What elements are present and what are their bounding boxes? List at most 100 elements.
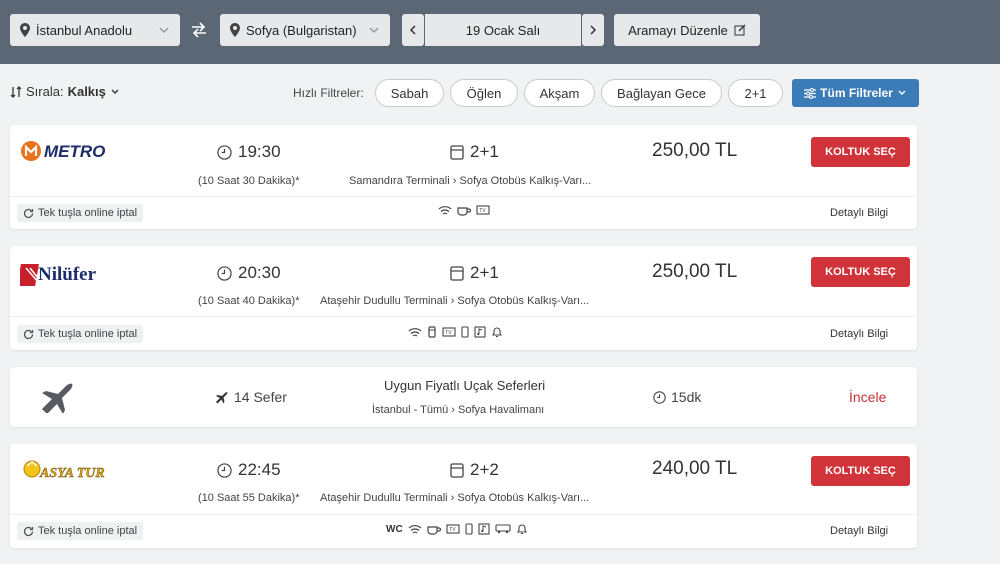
seat-icon bbox=[450, 462, 464, 478]
trip-card[interactable]: Nilüfer 20:30 (10 Saat 40 Dakika)* 2+1 A… bbox=[10, 246, 917, 350]
chevron-down-icon bbox=[111, 89, 119, 94]
coffee-icon bbox=[427, 525, 441, 535]
amenities: TV bbox=[438, 205, 490, 216]
chevron-right-icon bbox=[590, 25, 597, 35]
to-terminal: Sofya Otobüs Kalkış-Varı... bbox=[457, 295, 590, 307]
airplane-icon bbox=[38, 379, 76, 418]
clock-icon bbox=[217, 265, 232, 281]
divider bbox=[10, 316, 917, 317]
seat-layout: 2+1 bbox=[450, 142, 499, 162]
clock-icon bbox=[217, 462, 232, 478]
route: Ataşehir Dudullu Terminali › Sofya Otobü… bbox=[320, 492, 589, 504]
flight-duration-value: 15dk bbox=[671, 389, 702, 405]
wifi-icon bbox=[408, 327, 422, 337]
clock-icon bbox=[217, 144, 232, 160]
trip-duration: (10 Saat 40 Dakika)* bbox=[198, 295, 300, 307]
from-value: İstanbul Anadolu bbox=[36, 22, 133, 38]
drink-icon bbox=[428, 326, 436, 338]
svg-text:TV: TV bbox=[449, 527, 456, 533]
tv-icon: TV bbox=[442, 326, 456, 337]
filter-pill-2plus1[interactable]: 2+1 bbox=[728, 79, 783, 107]
details-link[interactable]: Detaylı Bilgi bbox=[830, 525, 888, 537]
wifi-icon bbox=[438, 206, 452, 215]
amenities: WC TV bbox=[386, 523, 528, 535]
cancel-label: Tek tuşla online iptal bbox=[38, 328, 138, 340]
filter-pill-baglayan-gece[interactable]: Bağlayan Gece bbox=[601, 79, 722, 107]
filter-pill-oglen[interactable]: Öğlen bbox=[450, 79, 518, 107]
to-terminal: Sofya Otobüs Kalkış-Varı... bbox=[457, 492, 590, 504]
route: Samandıra Terminali › Sofya Otobüs Kalkı… bbox=[349, 175, 591, 187]
filter-pill-aksam[interactable]: Akşam bbox=[524, 79, 595, 107]
edit-icon bbox=[734, 24, 746, 36]
chevron-down-icon bbox=[898, 90, 906, 95]
svg-text:TV: TV bbox=[445, 330, 452, 336]
inspect-link[interactable]: İncele bbox=[849, 389, 886, 405]
amenities: TV bbox=[408, 326, 503, 338]
refresh-icon bbox=[23, 329, 34, 339]
wifi-icon bbox=[408, 524, 422, 534]
edit-search-button[interactable]: Aramayı Düzenle bbox=[614, 14, 760, 46]
departure-time: 19:30 bbox=[217, 142, 281, 162]
select-seat-button[interactable]: KOLTUK SEÇ bbox=[811, 137, 910, 167]
seat-value: 2+1 bbox=[470, 263, 499, 282]
trip-card[interactable]: METRO 19:30 (10 Saat 30 Dakika)* 2+1 Sam… bbox=[10, 125, 917, 229]
refresh-icon bbox=[23, 526, 34, 536]
flight-title: Uygun Fiyatlı Uçak Seferleri bbox=[384, 378, 546, 393]
time-value: 19:30 bbox=[238, 142, 281, 161]
flight-to: Sofya Havalimanı bbox=[458, 404, 545, 416]
swap-icon[interactable] bbox=[190, 22, 208, 38]
trip-duration: (10 Saat 30 Dakika)* bbox=[198, 175, 300, 187]
quick-filters-label: Hızlı Filtreler: bbox=[293, 86, 364, 100]
flight-duration: 15dk bbox=[653, 389, 701, 405]
sort-dropdown[interactable]: Sırala: Kalkış bbox=[10, 84, 120, 99]
company-name: Nilüfer bbox=[38, 264, 97, 285]
select-seat-button[interactable]: KOLTUK SEÇ bbox=[811, 257, 910, 287]
bell-icon bbox=[492, 327, 502, 337]
plane-small-icon bbox=[216, 391, 228, 403]
company-logo-nilufer: Nilüfer bbox=[17, 258, 120, 295]
next-date-button[interactable] bbox=[582, 14, 604, 46]
details-link[interactable]: Detaylı Bilgi bbox=[830, 328, 888, 340]
location-pin-icon bbox=[20, 23, 30, 37]
chevron-down-icon bbox=[159, 27, 169, 34]
wc-icon: WC bbox=[386, 523, 403, 535]
tv-icon: TV bbox=[476, 205, 490, 215]
departure-time: 22:45 bbox=[217, 460, 281, 480]
location-pin-icon bbox=[230, 23, 240, 37]
bus-icon bbox=[495, 524, 511, 534]
from-terminal: Ataşehir Dudullu Terminali bbox=[320, 492, 448, 504]
date-value[interactable]: 19 Ocak Salı bbox=[425, 14, 581, 46]
online-cancel-badge: Tek tuşla online iptal bbox=[17, 522, 144, 540]
filter-pill-sabah[interactable]: Sabah bbox=[375, 79, 444, 107]
flight-promo-card[interactable]: 14 Sefer Uygun Fiyatlı Uçak Seferleri İs… bbox=[10, 367, 917, 427]
route: Ataşehir Dudullu Terminali › Sofya Otobü… bbox=[320, 295, 589, 307]
phone-icon bbox=[461, 326, 469, 338]
price: 250,00 TL bbox=[652, 261, 738, 282]
phone-icon bbox=[465, 523, 473, 535]
to-terminal: Sofya Otobüs Kalkış-Varı... bbox=[459, 175, 592, 187]
from-select[interactable]: İstanbul Anadolu bbox=[10, 14, 180, 46]
trip-duration: (10 Saat 55 Dakika)* bbox=[198, 492, 300, 504]
company-logo-metro: METRO bbox=[20, 139, 116, 168]
select-seat-button[interactable]: KOLTUK SEÇ bbox=[811, 456, 910, 486]
divider bbox=[10, 196, 917, 197]
all-filters-button[interactable]: Tüm Filtreler bbox=[792, 79, 919, 107]
price: 240,00 TL bbox=[652, 458, 738, 479]
company-name: METRO bbox=[44, 142, 105, 161]
cancel-label: Tek tuşla online iptal bbox=[38, 525, 138, 537]
trip-card[interactable]: ASYA TUR 22:45 (10 Saat 55 Dakika)* 2+2 … bbox=[10, 444, 917, 548]
details-link[interactable]: Detaylı Bilgi bbox=[830, 207, 888, 219]
prev-date-button[interactable] bbox=[402, 14, 424, 46]
seat-value: 2+2 bbox=[470, 460, 499, 479]
to-select[interactable]: Sofya (Bulgaristan) bbox=[220, 14, 390, 46]
seat-value: 2+1 bbox=[470, 142, 499, 161]
seat-layout: 2+1 bbox=[450, 263, 499, 283]
online-cancel-badge: Tek tuşla online iptal bbox=[17, 325, 144, 343]
sort-icon bbox=[10, 85, 22, 98]
from-terminal: Samandıra Terminali bbox=[349, 175, 450, 187]
seat-icon bbox=[450, 265, 464, 281]
from-terminal: Ataşehir Dudullu Terminali bbox=[320, 295, 448, 307]
divider bbox=[10, 514, 917, 515]
time-value: 20:30 bbox=[238, 263, 281, 282]
flight-count-value: 14 Sefer bbox=[234, 389, 287, 405]
